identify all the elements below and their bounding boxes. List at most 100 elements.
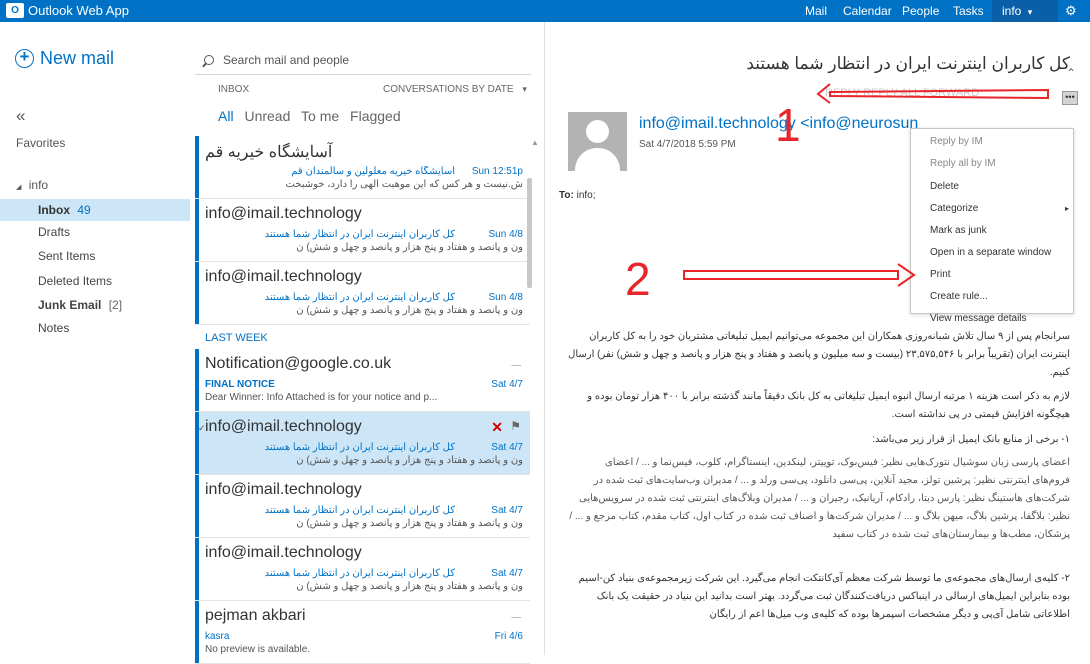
menu-item-delete[interactable]: Delete (930, 181, 959, 192)
annotation-number-2: 2 (625, 253, 651, 305)
message-date: Sun 12:51p (471, 166, 523, 177)
message-item-selected[interactable]: ✓ info@imail.technology ✕ ⚑ کل کاربران ا… (195, 412, 530, 475)
message-item[interactable]: info@imail.technology کل کاربران اینترنت… (195, 262, 530, 325)
message-sender: info@imail.technology (205, 481, 362, 498)
collapse-icon[interactable]: « (16, 106, 25, 126)
more-actions-button[interactable]: ••• (1062, 91, 1078, 105)
menu-item-create-rule[interactable]: Create rule... (930, 291, 988, 302)
message-date: Sat 4/7 (491, 505, 523, 516)
folder-notes[interactable]: Notes (0, 317, 190, 339)
nav-tasks[interactable]: Tasks (953, 3, 984, 19)
message-item[interactable]: Notification@google.co.uk 𝄖 FINAL NOTICE… (195, 349, 530, 412)
reply-actions[interactable]: REPLY REPLY ALL FORWARD (825, 87, 979, 99)
unread-count: 49 (77, 203, 91, 217)
user-name: info (1002, 4, 1022, 18)
menu-item-mark-as-junk[interactable]: Mark as junk (930, 225, 987, 236)
message-date: Sat 4/7 (491, 379, 523, 390)
filter-flagged[interactable]: Flagged (350, 108, 401, 124)
expand-triangle-icon: ◢ (16, 184, 22, 191)
folder-label: Drafts (38, 225, 71, 239)
search-input[interactable]: Search mail and people (223, 53, 349, 67)
sort-dropdown[interactable]: CONVERSATIONS BY DATE ▾ (383, 84, 527, 95)
message-subject: آسایشگاه خیریه معلولین و سالمندان قم (291, 166, 455, 177)
unread-bar (195, 538, 199, 600)
message-sender: آسایشگاه خیریه قم (205, 144, 333, 161)
message-date: Sat 4/7 (491, 568, 523, 579)
message-preview: Dear Winner: Info Attached is for your n… (205, 392, 438, 403)
folder-title: INBOX (218, 84, 250, 95)
to-value[interactable]: info; (577, 190, 596, 201)
menu-item-view-details[interactable]: View message details (930, 313, 1027, 324)
menu-item-open-separate-window[interactable]: Open in a separate window (930, 247, 1051, 258)
chevron-down-icon: ▾ (522, 84, 527, 94)
sent-datetime: Sat 4/7/2018 5:59 PM (639, 139, 736, 150)
message-subject: کل کاربران اینترنت ایران در انتظار شما ه… (264, 568, 455, 579)
filter-to-me[interactable]: To me (301, 108, 339, 124)
message-item[interactable]: آسایشگاه خیریه قم آسایشگاه خیریه معلولین… (195, 136, 530, 199)
outlook-logo-icon: O (6, 3, 24, 18)
delete-icon[interactable]: ✕ (491, 419, 503, 436)
account-name: info (28, 178, 49, 192)
search-box[interactable]: Search mail and people (204, 53, 349, 67)
folder-deleted-items[interactable]: Deleted Items (0, 270, 190, 292)
message-item[interactable]: info@imail.technology کل کاربران اینترنت… (195, 199, 530, 262)
filter-bar: All Unread To me Flagged (218, 108, 408, 124)
nav-mail[interactable]: Mail (805, 3, 827, 19)
folder-label: Deleted Items (38, 274, 113, 288)
new-mail-button[interactable]: + New mail (15, 48, 114, 69)
menu-item-reply-all-by-im[interactable]: Reply all by IM (930, 158, 996, 169)
attachment-icon: 𝄖 (511, 359, 521, 373)
unread-bar (195, 475, 199, 537)
folder-sent-items[interactable]: Sent Items (0, 245, 190, 267)
sort-label: CONVERSATIONS BY DATE (383, 84, 514, 95)
flag-icon[interactable]: ⚑ (510, 419, 521, 433)
nav-calendar[interactable]: Calendar (843, 3, 892, 19)
menu-item-reply-by-im[interactable]: Reply by IM (930, 136, 983, 147)
unread-bar (195, 136, 199, 198)
filter-unread[interactable]: Unread (244, 108, 290, 124)
folder-label: Notes (38, 321, 70, 335)
search-icon (204, 55, 214, 65)
filter-all[interactable]: All (218, 108, 234, 124)
collapse-chevron-icon[interactable]: ⌃ (1066, 66, 1076, 80)
avatar-body (575, 148, 620, 171)
account-header[interactable]: ◢ info (16, 178, 48, 192)
email-subject: کل کاربران اینترنت ایران در انتظار شما ه… (746, 54, 1070, 73)
user-menu[interactable]: info ▾ (992, 0, 1058, 22)
message-subject: کل کاربران اینترنت ایران در انتظار شما ه… (264, 292, 455, 303)
folder-drafts[interactable]: Drafts (0, 221, 190, 243)
scrollbar-thumb[interactable] (527, 178, 532, 288)
more-actions-menu: Reply by IM Reply all by IM Delete Categ… (910, 128, 1074, 324)
gear-icon[interactable]: ⚙ (1065, 3, 1077, 19)
message-item[interactable]: info@imail.technology کل کاربران اینترنت… (195, 475, 530, 538)
menu-item-categorize[interactable]: Categorize (930, 203, 978, 214)
body-paragraph: سرانجام پس از ۹ سال تلاش شبانه‌روزی همکا… (568, 331, 1070, 378)
attachment-icon: 𝄖 (511, 611, 521, 625)
message-date: Sun 4/8 (488, 229, 523, 240)
group-header-last-week: LAST WEEK (205, 332, 268, 344)
favorites-header[interactable]: Favorites (16, 136, 65, 150)
body-paragraph: ۲- کلیه‌ی ارسال‌های مجموعه‌ی ما توسط شرک… (578, 573, 1070, 620)
menu-item-print[interactable]: Print (930, 269, 951, 280)
top-bar: O Outlook Web App Mail Calendar People T… (0, 0, 1090, 22)
reading-pane: کل کاربران اینترنت ایران در انتظار شما ه… (545, 22, 1090, 655)
body-paragraph: ۱- برخی از منابع بانک ایمیل از قرار زیر … (872, 434, 1070, 445)
unread-bar (195, 349, 199, 411)
message-item[interactable]: info@imail.technology کل کاربران اینترنت… (195, 538, 530, 601)
submenu-arrow-icon: ▸ (1064, 204, 1069, 213)
unread-count: [2] (108, 298, 123, 312)
message-sender: info@imail.technology (205, 268, 362, 285)
message-preview: ش.نیست و هر کس که این موهبت الهی را دارد… (285, 179, 523, 190)
folder-inbox[interactable]: Inbox 49 (0, 199, 190, 221)
folder-junk-email[interactable]: Junk Email [2] (0, 294, 190, 316)
app-logo[interactable]: O Outlook Web App (6, 3, 129, 18)
nav-people[interactable]: People (902, 3, 939, 19)
message-sender: pejman akbari (205, 607, 306, 624)
message-date: Sun 4/8 (488, 292, 523, 303)
folder-label: Sent Items (38, 249, 96, 263)
message-preview: ون و پانصد و هفتاد و پنج هزار و پانصد و … (296, 305, 523, 316)
scroll-up-icon[interactable]: ▲ (531, 138, 539, 147)
avatar (568, 112, 627, 171)
message-subject: کل کاربران اینترنت ایران در انتظار شما ه… (264, 442, 455, 453)
folder-label: Junk Email (38, 298, 102, 312)
